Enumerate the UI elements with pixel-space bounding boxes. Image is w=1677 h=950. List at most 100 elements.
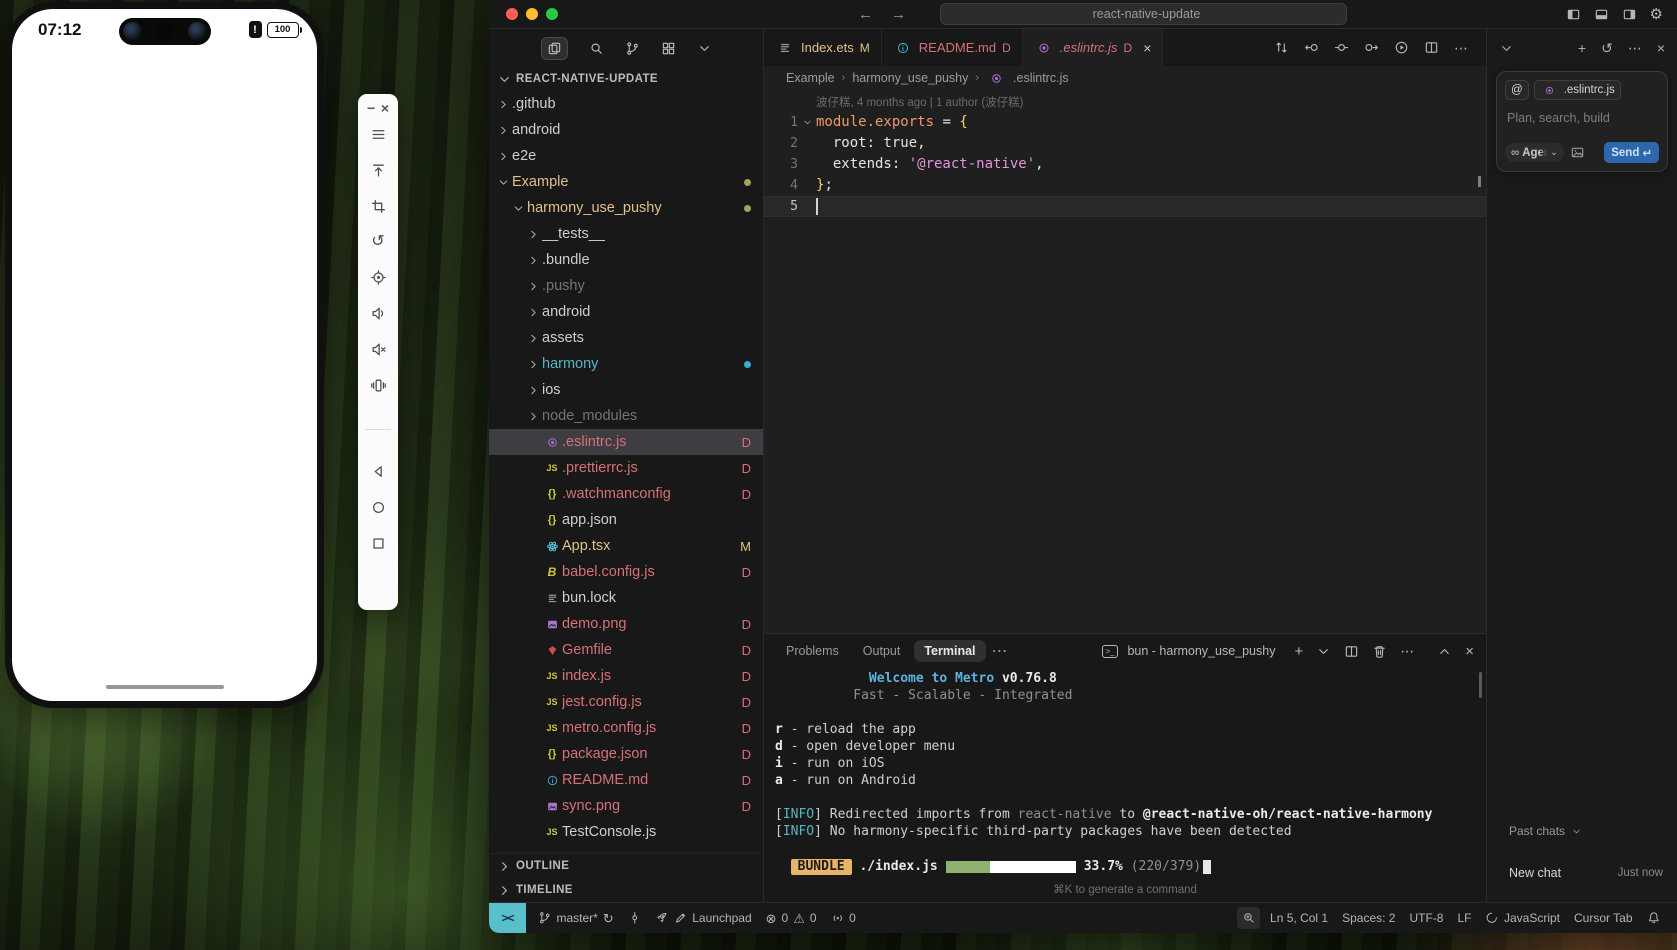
crop-icon[interactable] [370,198,387,215]
attach-image-icon[interactable] [1570,145,1585,160]
tree-item-demo.png[interactable]: demo.pngD [489,611,763,637]
more-icon[interactable]: ⋯ [1454,41,1468,55]
terminal-session-label[interactable]: bun - harmony_use_pushy [1127,644,1275,658]
tab-.eslintrc.js[interactable]: .eslintrc.jsD× [1023,29,1164,66]
tree-item-android[interactable]: android [489,117,763,143]
minimize-window-button[interactable] [526,8,538,20]
tree-item-node_modules[interactable]: node_modules [489,403,763,429]
split-icon[interactable] [1424,40,1439,55]
vibrate-icon[interactable] [370,377,387,394]
run-icon[interactable] [1394,40,1409,55]
terminal-output[interactable]: Welcome to Metro v0.76.8 Fast - Scalable… [764,668,1486,902]
home-indicator[interactable] [106,685,224,690]
tab-Index.ets[interactable]: Index.etsM [764,29,882,66]
breadcrumb[interactable]: Example › harmony_use_pushy › .eslintrc.… [764,66,1486,90]
statusbar-zoom[interactable] [1237,907,1261,929]
statusbar-commit-graph[interactable] [621,903,649,933]
statusbar-encoding[interactable]: UTF-8 [1402,903,1450,933]
past-chats-toggle[interactable]: Past chats [1509,824,1582,838]
statusbar-indentation[interactable]: Spaces: 2 [1335,903,1402,933]
chevron-down-icon[interactable] [798,117,816,128]
layout-left-icon[interactable] [1566,7,1581,22]
statusbar-cursor-tab[interactable]: Cursor Tab [1567,903,1639,933]
tree-item-package.json[interactable]: {}package.jsonD [489,741,763,767]
code-line-5[interactable]: 5 [764,196,1486,217]
tree-item-sync.png[interactable]: sync.pngD [489,793,763,819]
tree-item-jest.config.js[interactable]: JSjest.config.jsD [489,689,763,715]
panel-tab-problems[interactable]: Problems [776,640,849,662]
tree-item-Gemfile[interactable]: GemfileD [489,637,763,663]
chevron-up-icon[interactable] [1437,644,1452,659]
remote-indicator[interactable]: >< [489,903,526,933]
new-chat-icon[interactable]: + [1578,40,1586,56]
new-chat-item[interactable]: New chat [1509,866,1561,880]
tree-item-Example[interactable]: Example [489,169,763,195]
volume-mute-icon[interactable] [370,341,387,358]
change-circle-icon[interactable] [1334,40,1349,55]
statusbar-eol[interactable]: LF [1450,903,1478,933]
gear-icon[interactable]: ⚙ [1650,7,1663,22]
screenshot-icon[interactable] [370,269,387,286]
code-line-2[interactable]: 2 root: true, [764,133,1486,154]
layout-bottom-icon[interactable] [1594,7,1609,22]
statusbar-notifications[interactable] [1640,903,1668,933]
statusbar-git-branch[interactable]: master*↻ [531,903,621,933]
volume-up-icon[interactable] [370,305,387,322]
extensions-icon[interactable] [661,41,676,56]
breadcrumb-item[interactable]: .eslintrc.js [1013,71,1069,85]
tree-item-.eslintrc.js[interactable]: .eslintrc.jsD [489,429,763,455]
close-icon[interactable]: × [1657,40,1665,56]
panel-tab-terminal[interactable]: Terminal [914,640,985,662]
statusbar-language[interactable]: JavaScript [1478,903,1567,933]
tree-item-.github[interactable]: .github [489,91,763,117]
tree-item-.watchmanconfig[interactable]: {}.watchmanconfigD [489,481,763,507]
tree-item-app.json[interactable]: {}app.json [489,507,763,533]
send-button[interactable]: Send↵ [1604,142,1659,163]
breadcrumb-item[interactable]: harmony_use_pushy [852,71,968,85]
trash-icon[interactable] [1372,644,1387,659]
tree-item-TestConsole.js[interactable]: JSTestConsole.js [489,819,763,845]
menu-icon[interactable] [370,126,387,143]
tree-item-__tests__[interactable]: __tests__ [489,221,763,247]
more-icon[interactable]: ⋯ [992,641,1008,661]
tree-item-.pushy[interactable]: .pushy [489,273,763,299]
explorer-root-header[interactable]: REACT-NATIVE-UPDATE [489,67,763,91]
statusbar-ports[interactable]: 0 [824,903,863,933]
tree-item-e2e[interactable]: e2e [489,143,763,169]
command-center-search[interactable]: react-native-update [940,3,1347,25]
scroll-top-icon[interactable] [370,162,387,179]
code-line-1[interactable]: 1module.exports = { [764,112,1486,133]
back-icon[interactable]: ← [858,6,873,23]
tree-item-App.tsx[interactable]: App.tsxM [489,533,763,559]
tree-item-metro.config.js[interactable]: JSmetro.config.jsD [489,715,763,741]
tree-item-harmony_use_pushy[interactable]: harmony_use_pushy [489,195,763,221]
tree-item-ios[interactable]: ios [489,377,763,403]
tree-item-README.md[interactable]: README.mdD [489,767,763,793]
tree-item-.bundle[interactable]: .bundle [489,247,763,273]
more-icon[interactable]: ⋯ [1628,40,1642,57]
close-tab-icon[interactable]: × [1143,40,1151,56]
chat-input-card[interactable]: @ .eslintrc.js Plan, search, build ∞ Age… [1496,71,1668,172]
home-icon[interactable] [370,499,387,516]
tree-item-assets[interactable]: assets [489,325,763,351]
layout-right-icon[interactable] [1622,7,1637,22]
compare-icon[interactable] [1274,40,1289,55]
prev-change-icon[interactable] [1304,40,1319,55]
more-icon[interactable]: ⋯ [1400,644,1414,658]
agent-mode-selector[interactable]: ∞ Agent ⌄ [1505,143,1564,162]
phone-screen[interactable]: 07:12 ! 100 [12,9,317,701]
next-change-icon[interactable] [1364,40,1379,55]
back-icon[interactable] [370,463,387,480]
chevron-down-icon[interactable] [1316,644,1331,659]
search-icon[interactable] [589,41,604,56]
statusbar-problems[interactable]: ⊗0⚠0 [759,903,824,933]
tab-README.md[interactable]: README.mdD [882,29,1023,66]
code-editor[interactable]: 波仔糕, 4 months ago | 1 author (波仔糕) 1modu… [764,90,1486,633]
tree-item-android[interactable]: android [489,299,763,325]
context-file-chip[interactable]: .eslintrc.js [1534,80,1621,100]
copy-icon[interactable] [541,37,568,60]
history-icon[interactable]: ↺ [1601,40,1613,57]
tree-item-index.js[interactable]: JSindex.jsD [489,663,763,689]
add-context-button[interactable]: @ [1505,80,1529,100]
maximize-window-button[interactable] [546,8,558,20]
